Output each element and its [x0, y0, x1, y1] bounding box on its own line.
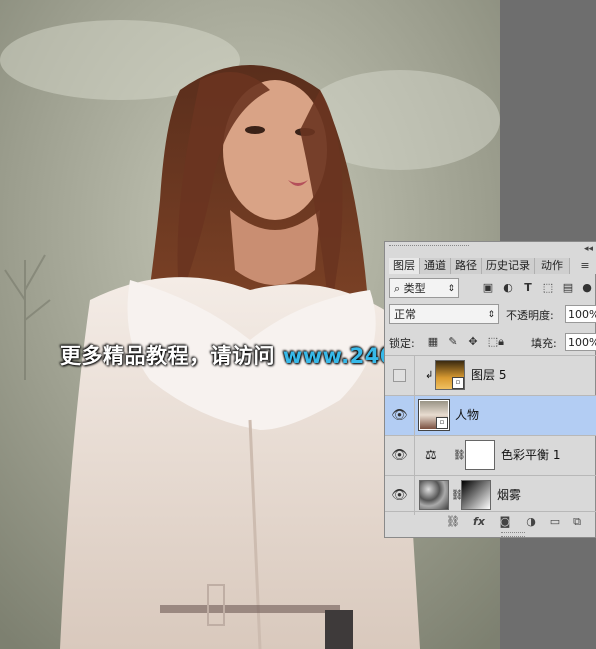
eye-icon[interactable]: 👁︎: [385, 436, 415, 475]
pixel-filter-icon[interactable]: ▣: [480, 280, 496, 296]
panel-bottom-toolbar: ⛓ fx ◙ ◑ ▭ ⧉: [385, 511, 596, 532]
layer-name[interactable]: 色彩平衡 1: [501, 436, 560, 475]
filter-row: ⌕ 类型 ⇕ ▣ ◐ T ⬚ ▤ ●: [385, 276, 596, 300]
eye-icon[interactable]: 👁︎: [385, 396, 415, 435]
lock-position-icon[interactable]: ✥: [465, 334, 481, 350]
layer-thumbnail[interactable]: ▫: [418, 399, 450, 431]
visibility-off-box: [393, 369, 406, 382]
tab-history[interactable]: 历史记录: [482, 258, 535, 274]
filter-type-label: 类型: [403, 282, 426, 295]
lock-transparent-icon[interactable]: ▦: [425, 334, 441, 350]
fx-icon[interactable]: fx: [471, 514, 487, 530]
filter-toggle-icon[interactable]: ●: [579, 280, 595, 296]
updown-icon: ⇕: [447, 284, 455, 294]
panel-resize-handle[interactable]: [501, 532, 525, 537]
clip-arrow-icon: ↲: [425, 370, 434, 381]
updown-icon: ⇕: [487, 310, 495, 320]
mask-icon[interactable]: ◙: [497, 514, 513, 530]
fill-label: 填充:: [531, 337, 557, 350]
link-icon[interactable]: ⛓: [445, 514, 461, 530]
layer-mask-thumbnail[interactable]: [461, 480, 491, 510]
layers-panel: ◂◂ 图层 通道 路径 历史记录 动作 ≡ ⌕ 类型 ⇕ ▣ ◐ T ⬚ ▤ ●…: [384, 241, 596, 538]
smart-object-icon: ▫: [436, 417, 448, 429]
panel-drag-handle[interactable]: [389, 245, 469, 252]
opacity-input[interactable]: 100%: [565, 305, 596, 323]
tab-paths[interactable]: 路径: [451, 258, 482, 274]
link-icon[interactable]: ⛓: [453, 436, 466, 475]
smart-object-icon: ▫: [452, 377, 464, 389]
color-balance-icon: ⚖: [425, 448, 437, 463]
blend-mode-select[interactable]: 正常 ⇕: [389, 304, 499, 324]
layer-row[interactable]: 👁︎ ⚖ ⛓ 色彩平衡 1: [385, 435, 596, 475]
lock-pixels-icon[interactable]: ✎: [445, 334, 461, 350]
layer-name[interactable]: 烟雾: [497, 476, 521, 515]
layer-thumbnail[interactable]: ▫: [435, 360, 465, 390]
blend-mode-value: 正常: [394, 308, 416, 321]
layer-row[interactable]: 👁︎ ⛓ 烟雾: [385, 475, 596, 515]
lock-row: 锁定: ▦ ✎ ✥ ⬚ 🔒︎ 填充: 100%: [385, 330, 596, 354]
tab-actions[interactable]: 动作: [535, 258, 570, 274]
new-layer-icon[interactable]: ⧉: [569, 514, 585, 530]
folder-icon[interactable]: ▭: [547, 514, 563, 530]
tab-layers[interactable]: 图层: [389, 258, 420, 274]
layer-thumbnail[interactable]: [419, 480, 449, 510]
layer-row[interactable]: ↲ ▫ 图层 5: [385, 355, 596, 395]
eye-icon[interactable]: 👁︎: [385, 476, 415, 515]
blend-row: 正常 ⇕ 不透明度: 100%: [385, 302, 596, 326]
shape-filter-icon[interactable]: ⬚: [540, 280, 556, 296]
layer-name[interactable]: 人物: [455, 396, 479, 435]
layer-mask-thumbnail[interactable]: [465, 440, 495, 470]
opacity-label: 不透明度:: [506, 309, 554, 322]
search-icon: ⌕: [394, 282, 404, 295]
smart-object-filter-icon[interactable]: ▤: [560, 280, 576, 296]
lock-label: 锁定:: [389, 337, 415, 350]
filter-type-select[interactable]: ⌕ 类型 ⇕: [389, 278, 459, 298]
adjustment-filter-icon[interactable]: ◐: [500, 280, 516, 296]
panel-menu-icon[interactable]: ≡: [577, 258, 593, 274]
panel-tab-bar: ◂◂ 图层 通道 路径 历史记录 动作 ≡: [385, 242, 596, 274]
layer-row[interactable]: 👁︎ ▫ 人物: [385, 395, 596, 435]
adjustment-icon[interactable]: ◑: [523, 514, 539, 530]
tab-channels[interactable]: 通道: [420, 258, 451, 274]
lock-all-icon[interactable]: 🔒︎: [493, 334, 509, 350]
layer-name[interactable]: 图层 5: [471, 356, 506, 395]
watermark-text: 更多精品教程，请访问: [60, 344, 275, 368]
type-filter-icon[interactable]: T: [520, 280, 536, 296]
fill-input[interactable]: 100%: [565, 333, 596, 351]
collapse-icon[interactable]: ◂◂: [584, 244, 593, 254]
visibility-toggle[interactable]: [385, 356, 415, 395]
